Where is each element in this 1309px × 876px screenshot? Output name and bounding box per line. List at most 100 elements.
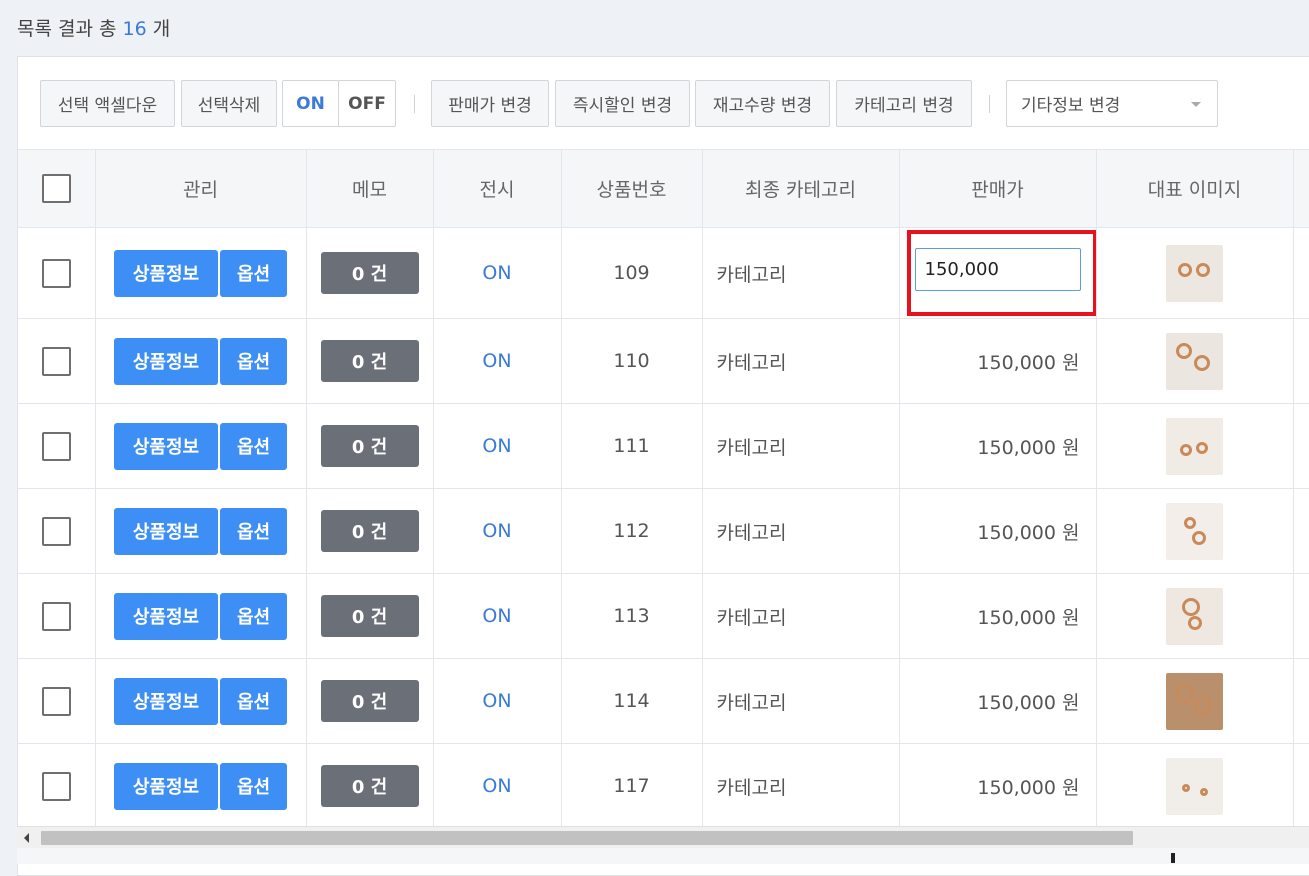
select-all-checkbox[interactable] — [41, 174, 71, 203]
thumb-ring — [1196, 262, 1210, 277]
row-checkbox[interactable] — [41, 346, 71, 376]
product-thumbnail[interactable] — [1166, 244, 1223, 302]
product-thumbnail[interactable] — [1166, 502, 1223, 560]
price-cell: 150,000 원 — [899, 318, 1097, 404]
thumb-ring — [1200, 787, 1208, 796]
instant-discount-change-button[interactable]: 즉시할인 변경 — [555, 80, 690, 127]
row-checkbox[interactable] — [41, 771, 71, 801]
thumb-ring — [1182, 597, 1200, 616]
extra-cell — [1293, 743, 1309, 829]
thumb-ring — [1194, 354, 1210, 371]
manage-cell: 상품정보 옵션 — [95, 488, 307, 574]
stock-change-button[interactable]: 재고수량 변경 — [695, 80, 830, 127]
extra-cell — [1293, 488, 1309, 574]
manage-cell: 상품정보 옵션 — [95, 573, 307, 659]
main-image-cell — [1096, 318, 1294, 404]
table-row: 상품정보 옵션 0 건 ON 112 카테고리 150,000 원 — [18, 488, 1309, 574]
product-info-button[interactable]: 상품정보 — [114, 249, 218, 297]
memo-count-button[interactable]: 0 건 — [320, 252, 419, 294]
scroll-left-arrow-icon[interactable] — [24, 833, 29, 843]
price-change-button[interactable]: 판매가 변경 — [431, 80, 549, 127]
product-thumbnail[interactable] — [1166, 672, 1223, 730]
other-info-select-value: 기타정보 변경 — [1021, 96, 1121, 116]
row-checkbox[interactable] — [41, 516, 71, 546]
option-button[interactable]: 옵션 — [220, 677, 287, 725]
row-checkbox[interactable] — [41, 431, 71, 461]
table-header-row: 관리 메모 전시 상품번호 최종 카테고리 판매가 대표 이미지 — [18, 149, 1309, 228]
option-button[interactable]: 옵션 — [220, 337, 287, 385]
memo-cell: 0 건 — [306, 403, 434, 489]
display-on-button[interactable]: ON — [282, 80, 339, 127]
thumb-ring — [1176, 684, 1194, 703]
other-info-select[interactable]: 기타정보 변경 — [1006, 80, 1218, 127]
product-thumbnail[interactable] — [1166, 332, 1223, 390]
product-thumbnail[interactable] — [1166, 587, 1223, 645]
delete-selected-button[interactable]: 선택삭제 — [181, 80, 277, 127]
category-cell: 카테고리 — [702, 318, 900, 404]
display-status[interactable]: ON — [433, 658, 562, 744]
product-info-button[interactable]: 상품정보 — [114, 592, 218, 640]
memo-count-button[interactable]: 0 건 — [320, 680, 419, 722]
thumb-ring — [1180, 443, 1192, 456]
display-status[interactable]: ON — [433, 488, 562, 574]
main-image-cell — [1096, 658, 1294, 744]
memo-cell: 0 건 — [306, 227, 434, 319]
row-checkbox[interactable] — [41, 601, 71, 631]
manage-cell: 상품정보 옵션 — [95, 658, 307, 744]
product-no-cell: 109 — [561, 227, 703, 319]
category-cell: 카테고리 — [702, 573, 900, 659]
memo-count-button[interactable]: 0 건 — [320, 595, 419, 637]
chevron-down-icon — [1191, 102, 1201, 107]
product-thumbnail[interactable] — [1166, 757, 1223, 815]
memo-count-button[interactable]: 0 건 — [320, 340, 419, 382]
row-checkbox[interactable] — [41, 258, 71, 288]
memo-cell: 0 건 — [306, 488, 434, 574]
option-button[interactable]: 옵션 — [220, 507, 287, 555]
price-input[interactable] — [914, 248, 1081, 291]
display-status[interactable]: ON — [433, 743, 562, 829]
memo-count-button[interactable]: 0 건 — [320, 425, 419, 467]
option-button[interactable]: 옵션 — [220, 249, 287, 297]
excel-download-button[interactable]: 선택 액셀다운 — [40, 80, 175, 127]
manage-cell: 상품정보 옵션 — [95, 403, 307, 489]
main-image-cell — [1096, 743, 1294, 829]
thumb-ring — [1184, 516, 1196, 529]
table-row: 상품정보 옵션 0 건 ON 109 카테고리 — [18, 227, 1309, 319]
display-status[interactable]: ON — [433, 318, 562, 404]
horizontal-scrollbar[interactable] — [17, 826, 1309, 848]
product-info-button[interactable]: 상품정보 — [114, 762, 218, 810]
bottom-strip — [17, 848, 1309, 864]
option-button[interactable]: 옵션 — [220, 422, 287, 470]
table-row: 상품정보 옵션 0 건 ON 113 카테고리 150,000 원 — [18, 573, 1309, 659]
option-button[interactable]: 옵션 — [220, 762, 287, 810]
price-cell: 150,000 원 — [899, 658, 1097, 744]
category-cell: 카테고리 — [702, 658, 900, 744]
product-info-button[interactable]: 상품정보 — [114, 337, 218, 385]
category-change-button[interactable]: 카테고리 변경 — [836, 80, 972, 127]
memo-cell: 0 건 — [306, 318, 434, 404]
result-summary: 목록 결과 총 16 개 — [17, 14, 170, 41]
product-info-button[interactable]: 상품정보 — [114, 507, 218, 555]
price-cell — [899, 227, 1097, 319]
row-select-cell — [18, 743, 96, 829]
summary-count: 16 — [122, 18, 147, 40]
product-info-button[interactable]: 상품정보 — [114, 677, 218, 725]
row-checkbox[interactable] — [41, 686, 71, 716]
display-off-button[interactable]: OFF — [338, 80, 396, 127]
extra-cell — [1293, 573, 1309, 659]
product-list-panel: 선택 액셀다운 선택삭제 ON OFF 판매가 변경 즉시할인 변경 재고수량 … — [17, 56, 1309, 876]
scrollbar-thumb[interactable] — [41, 831, 1133, 845]
row-select-cell — [18, 403, 96, 489]
table-row: 상품정보 옵션 0 건 ON 110 카테고리 150,000 원 — [18, 318, 1309, 404]
header-extra — [1293, 149, 1309, 228]
memo-count-button[interactable]: 0 건 — [320, 510, 419, 552]
product-info-button[interactable]: 상품정보 — [114, 422, 218, 470]
product-thumbnail[interactable] — [1166, 417, 1223, 475]
option-button[interactable]: 옵션 — [220, 592, 287, 640]
memo-count-button[interactable]: 0 건 — [320, 765, 419, 807]
table-row: 상품정보 옵션 0 건 ON 111 카테고리 150,000 원 — [18, 403, 1309, 489]
category-cell: 카테고리 — [702, 488, 900, 574]
display-status[interactable]: ON — [433, 573, 562, 659]
display-status[interactable]: ON — [433, 403, 562, 489]
display-status[interactable]: ON — [433, 227, 562, 319]
